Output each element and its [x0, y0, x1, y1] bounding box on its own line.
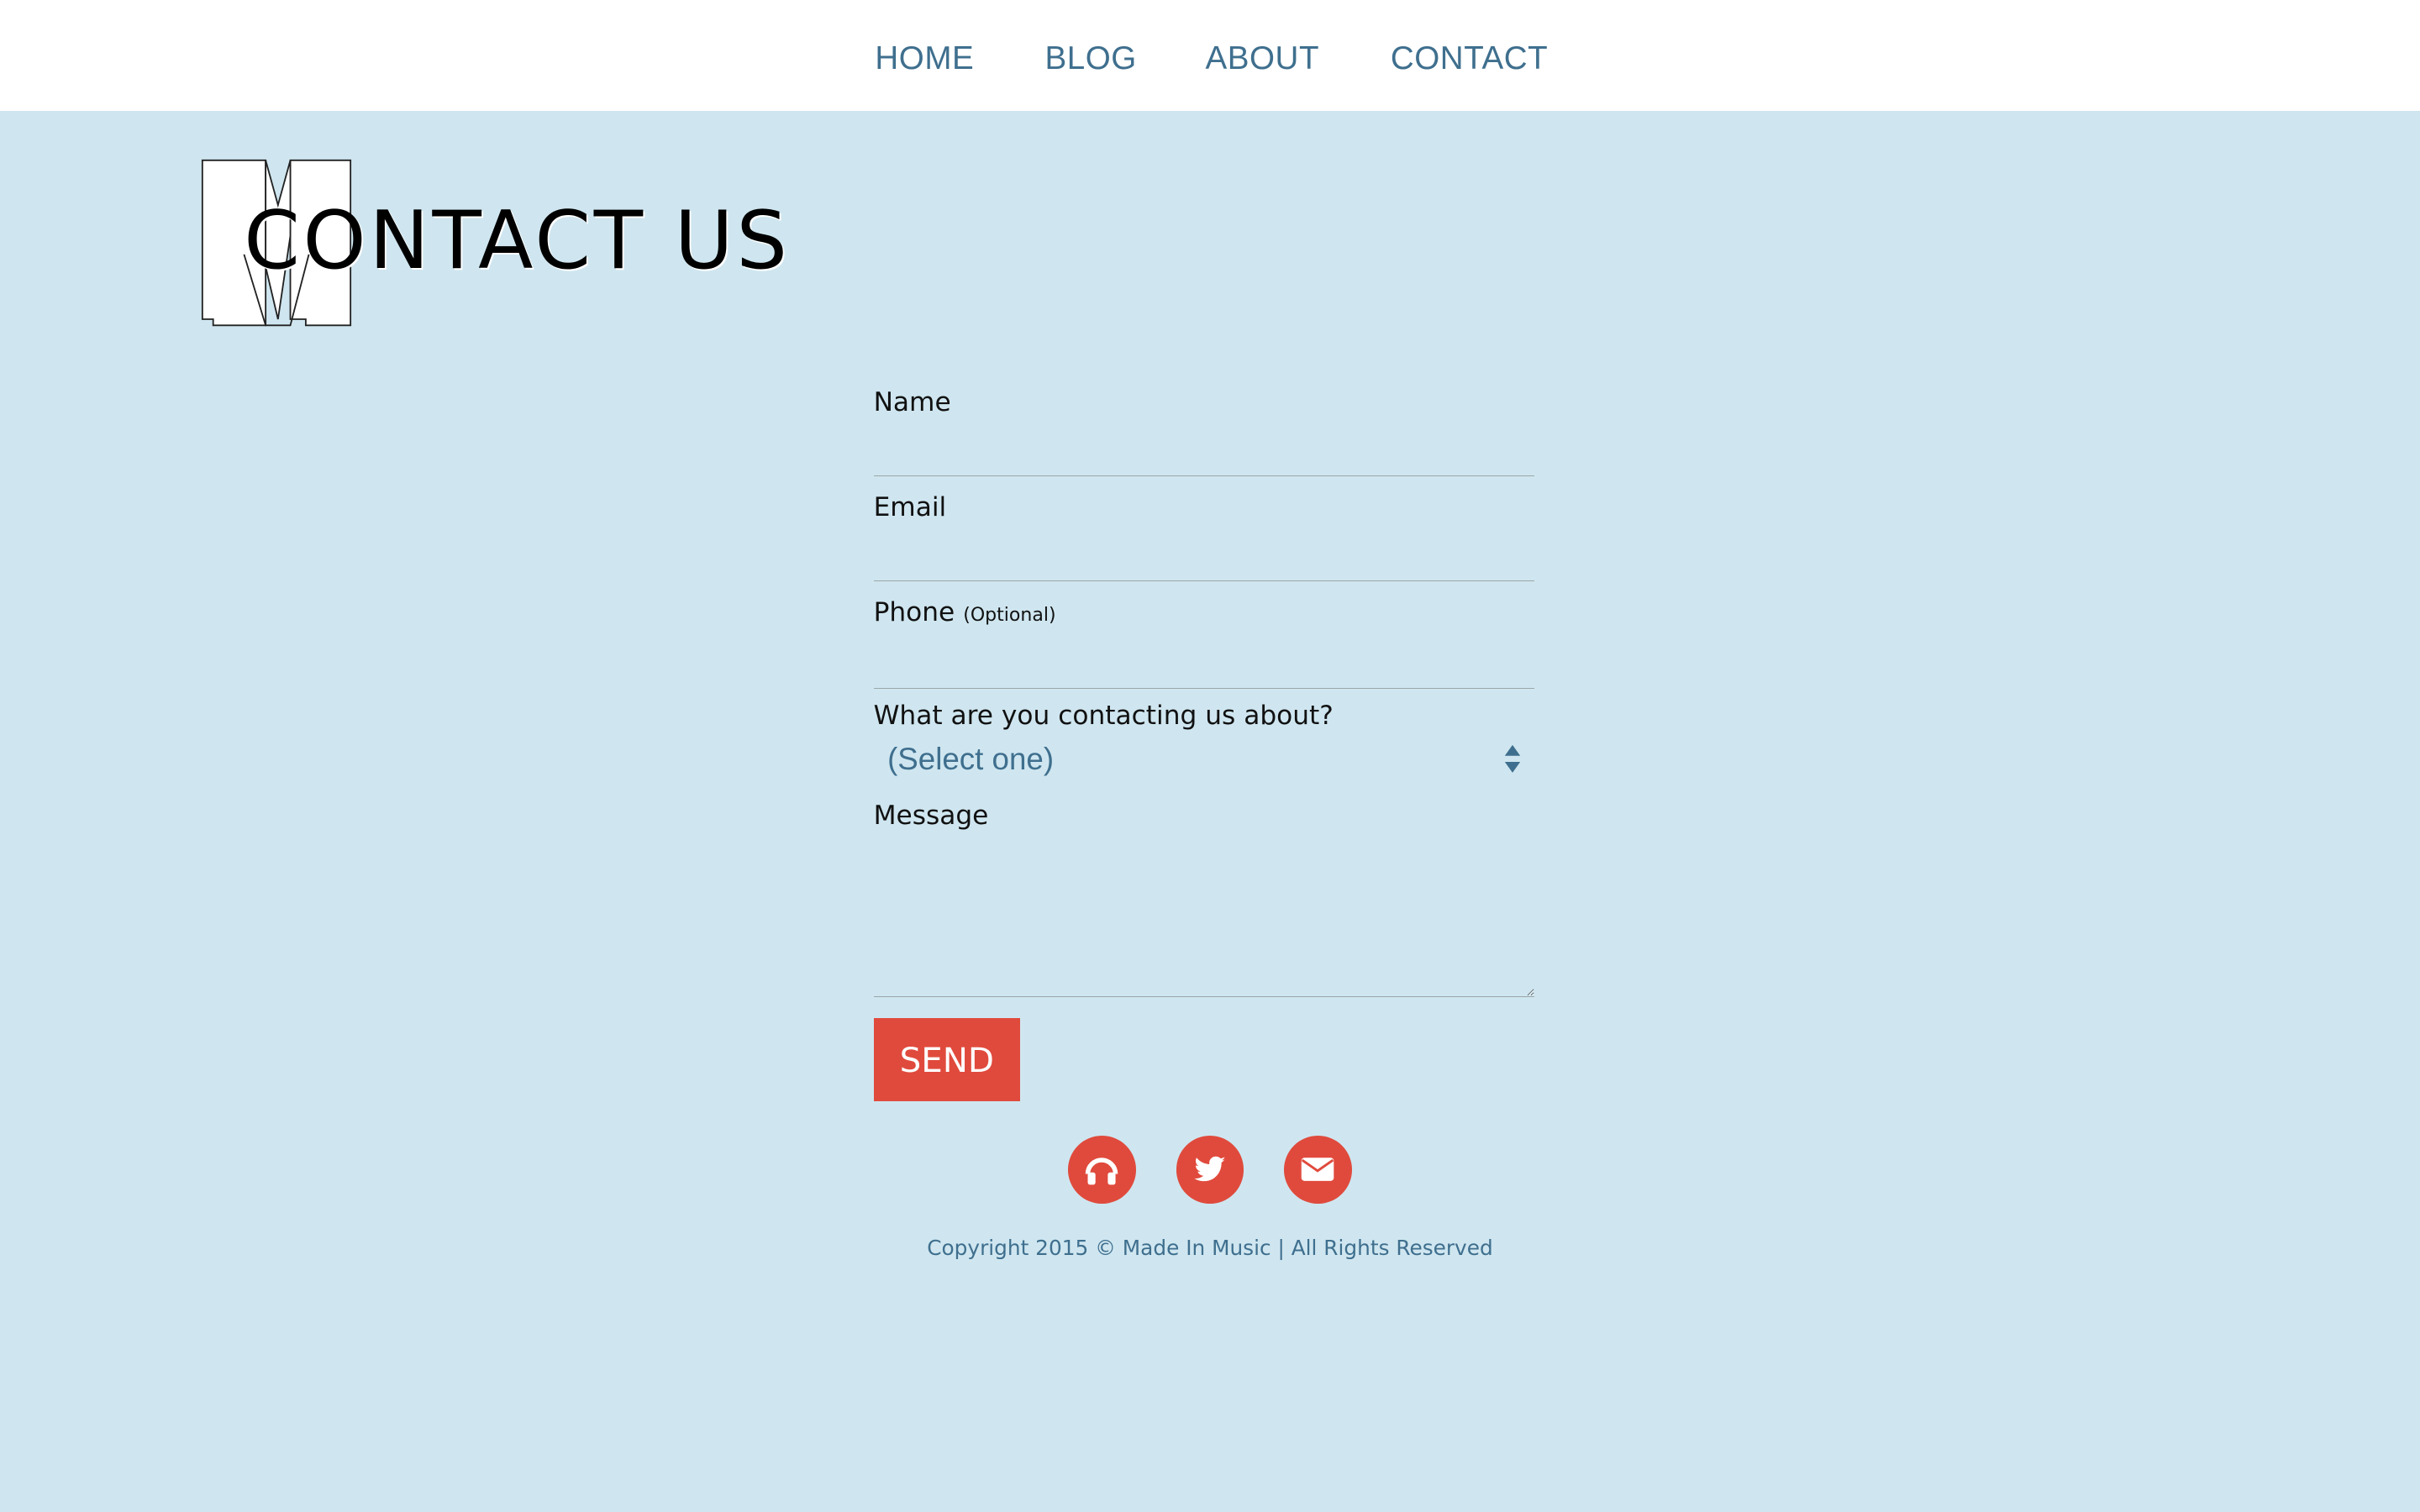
email-input[interactable]: [873, 528, 1534, 581]
nav-item-contact[interactable]: CONTACT: [1391, 37, 1548, 80]
nav-item-blog[interactable]: BLOG: [1044, 37, 1136, 80]
send-button[interactable]: SEND: [873, 1018, 1021, 1102]
select-arrows-icon: [1504, 745, 1521, 774]
page-title: CONTACT US: [244, 192, 791, 287]
social-links: [1067, 1135, 1361, 1204]
nav-item-about[interactable]: ABOUT: [1205, 37, 1319, 80]
nav-item-home[interactable]: HOME: [875, 37, 974, 80]
message-field-group: Message: [873, 799, 1534, 998]
phone-label: Phone (Optional): [874, 596, 1534, 633]
message-textarea[interactable]: [873, 842, 1534, 998]
message-label: Message: [873, 801, 989, 832]
phone-input[interactable]: [873, 636, 1534, 690]
topic-select[interactable]: (Select one): [874, 738, 1534, 780]
name-input[interactable]: [873, 423, 1534, 476]
email-icon[interactable]: [1284, 1135, 1352, 1204]
name-field-group: Name: [873, 386, 1534, 476]
phone-field-group: Phone (Optional): [873, 596, 1534, 690]
email-label: Email: [873, 492, 947, 523]
copyright-text: Copyright 2015 © Made In Music | All Rig…: [927, 1236, 1493, 1261]
email-field-group: Email: [873, 491, 1534, 581]
twitter-icon[interactable]: [1176, 1135, 1244, 1204]
phone-label-text: Phone: [873, 596, 955, 627]
topic-label-group: What are you contacting us about?: [874, 699, 1334, 732]
headphones-icon[interactable]: [1067, 1135, 1136, 1204]
top-navigation: HOME BLOG ABOUT CONTACT: [0, 0, 2420, 112]
phone-optional-note: (Optional): [963, 604, 1056, 626]
topic-select-value: (Select one): [887, 741, 1055, 776]
name-label: Name: [873, 387, 951, 418]
topic-label: What are you contacting us about?: [873, 701, 1334, 732]
